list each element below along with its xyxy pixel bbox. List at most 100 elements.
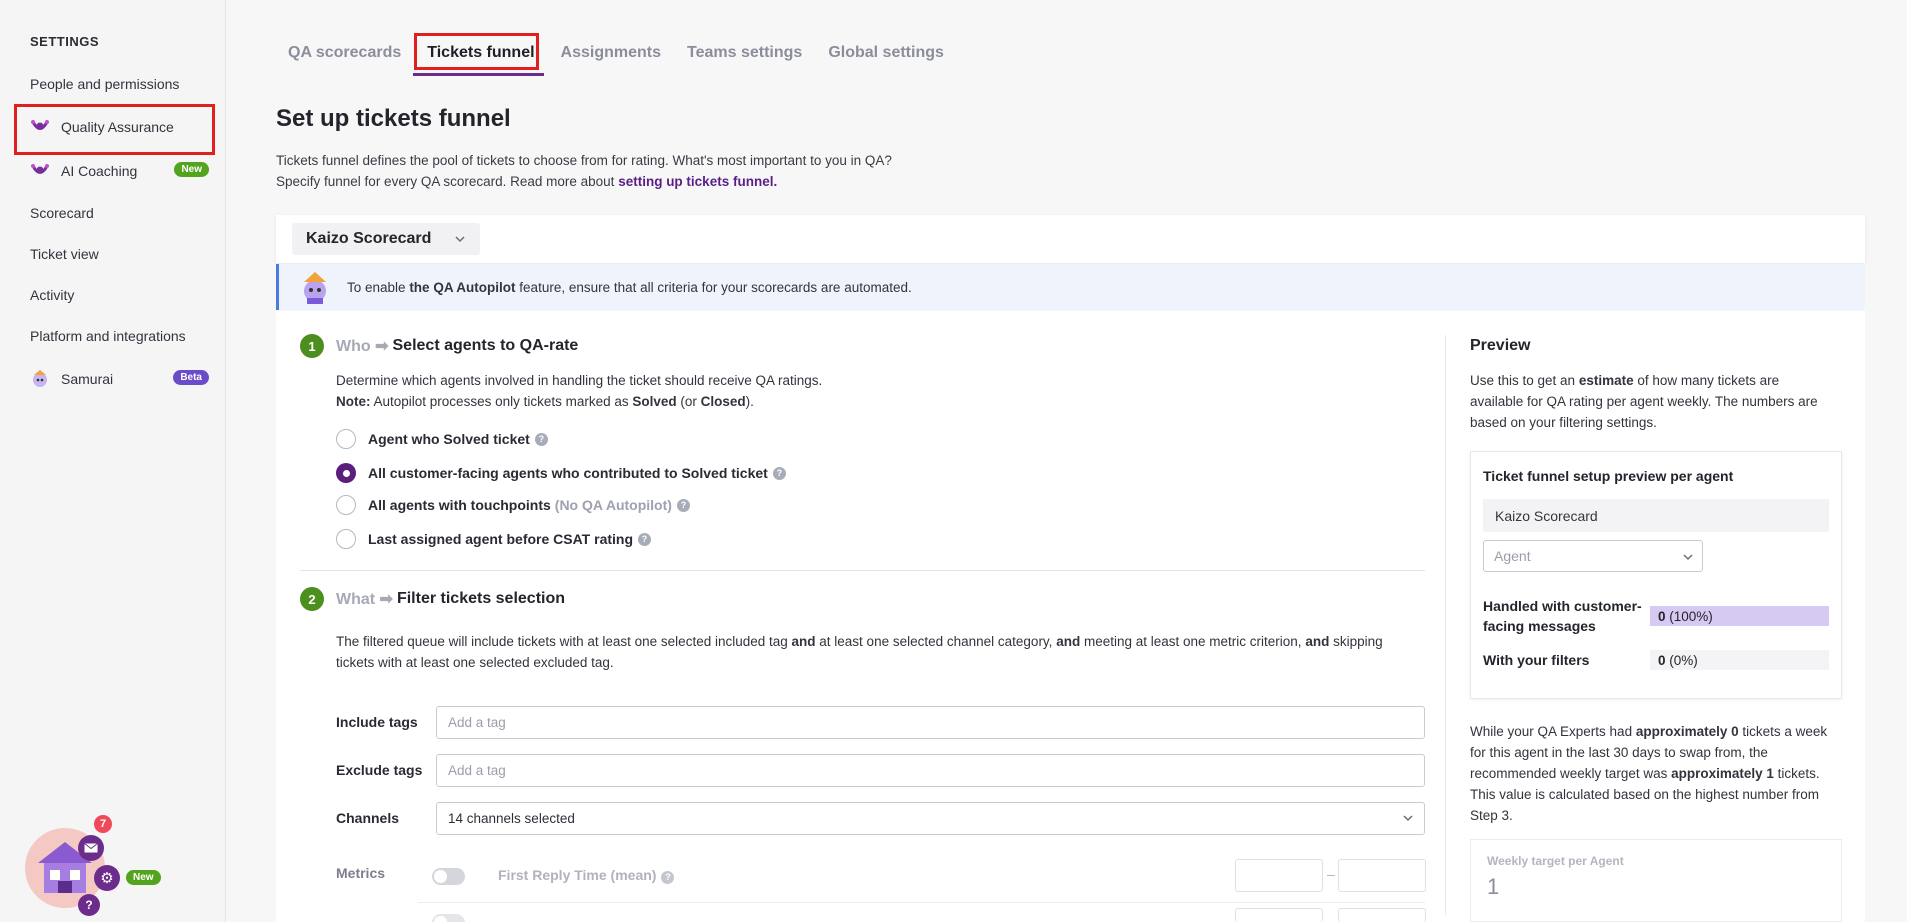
explanation-line-5: Step 3.	[1470, 808, 1513, 823]
intro-line-1: Tickets funnel defines the pool of ticke…	[276, 153, 892, 168]
preview-desc-line-3: based on your filtering settings.	[1470, 415, 1657, 430]
sidebar-item-label: People and permissions	[30, 76, 180, 92]
help-icon[interactable]: ?	[676, 498, 690, 512]
radio-last-assigned-agent[interactable]: Last assigned agent before CSAT rating ?	[336, 529, 652, 549]
metric-toggle[interactable]	[432, 868, 465, 885]
explanation-line-2: for this agent in the last 30 days to sw…	[1470, 745, 1768, 760]
radio-all-customer-facing-agents[interactable]: All customer-facing agents who contribut…	[336, 463, 786, 483]
preview-desc-line-2: available for QA rating per agent weekly…	[1470, 394, 1818, 409]
setting-up-tickets-funnel-link[interactable]: setting up tickets funnel.	[618, 174, 777, 189]
preview-description: Use this to get an estimate of how many …	[1470, 370, 1870, 433]
no-autopilot-note: (No QA Autopilot)	[554, 497, 672, 513]
gear-icon[interactable]: ⚙	[94, 865, 120, 891]
metric-toggle[interactable]	[432, 914, 465, 922]
metric-row-divider	[418, 902, 1425, 903]
chevron-down-icon	[1682, 550, 1694, 566]
metric-name-text: First Reply Time (mean)	[498, 867, 657, 883]
intro-line-2-text: Specify funnel for every QA scorecard. R…	[276, 174, 619, 189]
chevron-down-icon	[1402, 812, 1414, 827]
sidebar-item-label: Activity	[30, 287, 75, 303]
helper-widget[interactable]: 7 ⚙ New ?	[20, 815, 200, 916]
row-count: 0	[1658, 652, 1666, 668]
scorecard-dropdown-value: Kaizo Scorecard	[306, 230, 432, 247]
include-tags-placeholder: Add a tag	[448, 715, 506, 730]
weekly-target-card: Weekly target per Agent 1	[1470, 839, 1842, 922]
include-tags-input[interactable]: Add a tag	[436, 706, 1425, 739]
note-solved: Solved	[632, 394, 677, 409]
radio-label: Agent who Solved ticket	[368, 431, 530, 447]
samurai-mascot-icon	[295, 268, 335, 306]
desc-text: The filtered queue will include tickets …	[336, 634, 792, 649]
metric-min-input[interactable]	[1235, 908, 1323, 922]
step-1-description: Determine which agents involved in handl…	[336, 370, 822, 412]
banner-text-pre: To enable	[347, 279, 410, 295]
channels-dropdown[interactable]: 14 channels selected	[436, 802, 1425, 835]
metric-max-input[interactable]	[1338, 859, 1426, 892]
include-tags-label: Include tags	[336, 714, 418, 730]
radio-circle-selected[interactable]	[336, 463, 356, 483]
scorecard-selector-bar: Kaizo Scorecard	[276, 215, 1865, 263]
qa-autopilot-banner: To enable the QA Autopilot feature, ensu…	[276, 264, 1865, 310]
desc-and: and	[1305, 634, 1330, 649]
radio-agent-who-solved[interactable]: Agent who Solved ticket ?	[336, 429, 548, 449]
new-badge: New	[174, 162, 209, 177]
step-number: 1	[300, 334, 324, 358]
help-icon[interactable]: ?	[638, 532, 652, 546]
channels-label: Channels	[336, 810, 400, 826]
help-icon[interactable]: ?	[661, 870, 675, 884]
sidebar-item-label: Ticket view	[30, 246, 99, 262]
exclude-tags-input[interactable]: Add a tag	[436, 754, 1425, 787]
scorecard-dropdown[interactable]: Kaizo Scorecard	[292, 223, 480, 255]
desc-text: meeting at least one metric criterion,	[1080, 634, 1306, 649]
beta-badge: Beta	[173, 370, 209, 385]
help-icon[interactable]: ?	[78, 894, 100, 916]
radio-circle[interactable]	[336, 495, 356, 515]
agent-select[interactable]: Agent	[1483, 540, 1703, 572]
radio-label: All agents with touchpoints	[368, 497, 551, 513]
sidebar-item-label: Platform and integrations	[30, 328, 186, 344]
step-2-desc-line-1: The filtered queue will include tickets …	[336, 631, 1436, 652]
highlight-quality-assurance	[14, 104, 215, 155]
explanation-bold: approximately 0	[1635, 724, 1739, 739]
mail-icon[interactable]	[78, 835, 104, 861]
row-percent: (100%)	[1669, 608, 1713, 624]
radio-circle[interactable]	[336, 529, 356, 549]
tab-assignments[interactable]: Assignments	[561, 40, 661, 66]
step-muted-label: Who ➡	[336, 338, 389, 355]
preview-title: Preview	[1470, 337, 1531, 354]
agent-select-placeholder: Agent	[1494, 548, 1531, 564]
sidebar-item-platform-integrations[interactable]: Platform and integrations	[30, 325, 186, 347]
channels-value: 14 channels selected	[448, 811, 575, 826]
note-text: Autopilot processes only tickets marked …	[370, 394, 633, 409]
sidebar-item-people-permissions[interactable]: People and permissions	[30, 73, 179, 95]
sidebar-item-samurai[interactable]: Samurai	[30, 368, 113, 390]
metric-min-input[interactable]	[1235, 859, 1323, 892]
explanation-text: tickets a week	[1738, 724, 1828, 739]
funnel-preview-card: Ticket funnel setup preview per agent Ka…	[1470, 451, 1842, 699]
help-icon[interactable]: ?	[534, 432, 548, 446]
sidebar-item-activity[interactable]: Activity	[30, 284, 74, 306]
sidebar-title: SETTINGS	[30, 34, 100, 49]
preview-divider	[1445, 335, 1446, 915]
radio-circle[interactable]	[336, 429, 356, 449]
tab-global-settings[interactable]: Global settings	[828, 40, 944, 66]
help-icon[interactable]: ?	[772, 466, 786, 480]
weekly-target-value[interactable]: 1	[1487, 874, 1499, 900]
radio-all-agents-touchpoints[interactable]: All agents with touchpoints (No QA Autop…	[336, 495, 690, 515]
tab-qa-scorecards[interactable]: QA scorecards	[288, 40, 401, 66]
step-1-desc-line: Determine which agents involved in handl…	[336, 373, 823, 388]
explanation-text: tickets.	[1773, 766, 1820, 781]
sidebar-item-ticket-view[interactable]: Ticket view	[30, 243, 99, 265]
sidebar-item-scorecard[interactable]: Scorecard	[30, 202, 94, 224]
row-percent: (0%)	[1669, 652, 1698, 668]
metric-max-input[interactable]	[1338, 908, 1426, 922]
step-muted-label: What ➡	[336, 591, 393, 608]
notification-count-badge: 7	[94, 815, 112, 833]
tab-teams-settings[interactable]: Teams settings	[687, 40, 802, 66]
highlight-tickets-funnel	[414, 33, 539, 70]
exclude-tags-label: Exclude tags	[336, 762, 423, 778]
settings-tabs: QA scorecards Tickets funnel Assignments…	[288, 40, 970, 66]
metric-name: First Reply Time (mean)?	[498, 867, 675, 884]
step-2-description: The filtered queue will include tickets …	[336, 631, 1436, 673]
desc-and: and	[1056, 634, 1081, 649]
